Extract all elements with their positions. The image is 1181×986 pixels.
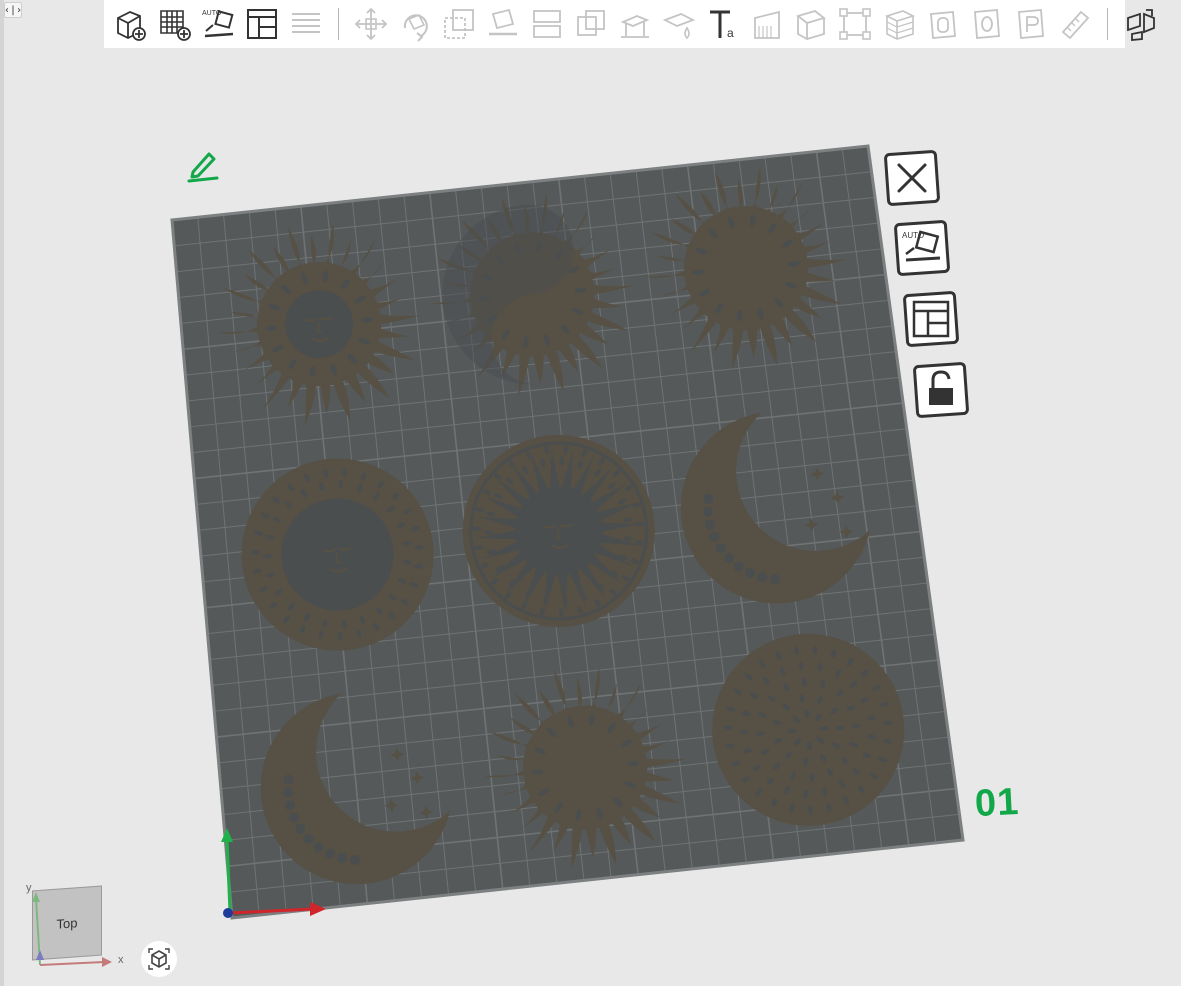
recenter-view-button[interactable] <box>141 941 177 977</box>
plate-scene <box>170 144 965 920</box>
view-cube-axis-x: x <box>118 954 124 966</box>
view-cube-axis-y: y <box>26 882 32 894</box>
cube-view-icon <box>148 948 170 970</box>
view-cube[interactable]: Top y x <box>22 880 132 975</box>
arrange-plate-button[interactable] <box>903 291 959 347</box>
lock-plate-button[interactable] <box>913 362 969 418</box>
plate-number-label: 01 <box>973 780 1021 826</box>
3d-viewport[interactable]: AUTO 01 Top y x <box>0 0 1181 986</box>
edit-plate-name-icon[interactable] <box>184 146 224 186</box>
auto-orient-plate-button[interactable]: AUTO <box>894 220 950 276</box>
close-plate-button[interactable] <box>884 150 940 206</box>
